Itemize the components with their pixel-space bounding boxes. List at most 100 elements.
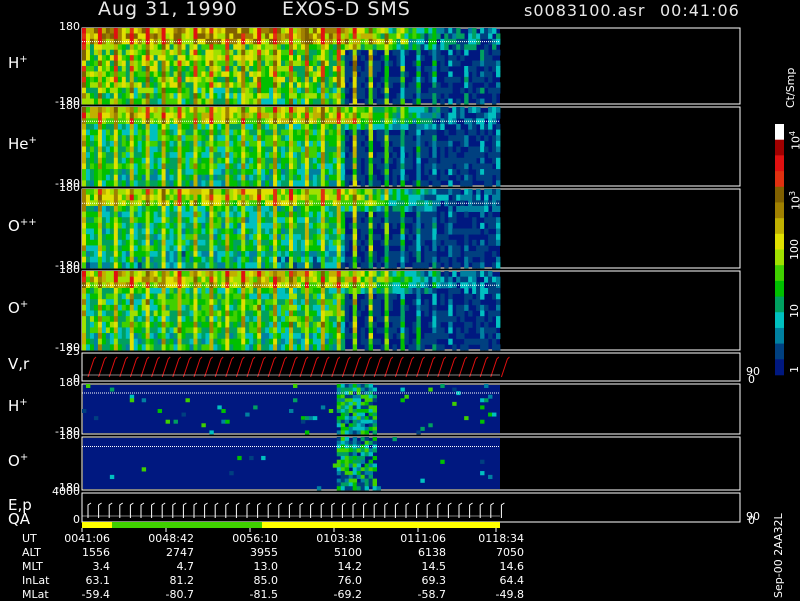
h-plus-cell xyxy=(285,88,289,94)
he-plus-cell xyxy=(241,175,245,181)
o-plus-plus-cell xyxy=(416,251,420,257)
o-plus-plus-cell xyxy=(150,257,154,263)
h-plus-cell xyxy=(138,44,142,50)
o-plus-plus-cell xyxy=(416,234,420,240)
o-plus-cell xyxy=(241,344,245,350)
o-plus-plus-cell xyxy=(142,251,146,257)
h-plus-cell xyxy=(170,77,174,83)
o-plus-plus-cell xyxy=(142,245,146,251)
o-plus-plus-cell xyxy=(472,262,476,268)
he-plus-cell xyxy=(186,135,190,141)
o-plus-plus-cell xyxy=(408,206,412,212)
o-plus-cell xyxy=(313,316,317,322)
o-plus-plus-cell xyxy=(237,212,241,218)
h-plus-cell xyxy=(150,44,154,50)
he-plus-cell xyxy=(333,107,337,113)
o-plus-cell xyxy=(166,294,170,300)
h-plus-cell xyxy=(353,71,357,77)
o-plus-plus-cell xyxy=(241,262,245,268)
o-plus-plus-cell xyxy=(345,234,349,240)
o-plus-plus-cell xyxy=(277,212,281,218)
h-plus-cell xyxy=(209,71,213,77)
o-plus-plus-cell xyxy=(122,257,126,263)
o-plus-cell xyxy=(162,277,166,283)
o-plus-cell xyxy=(261,288,265,294)
he-plus-cell xyxy=(193,175,197,181)
o-plus-cell xyxy=(142,294,146,300)
h-plus-cell xyxy=(265,82,269,88)
o-plus-plus-cell xyxy=(337,195,341,201)
o-plus-plus-cell xyxy=(412,245,416,251)
he-plus-cell xyxy=(114,107,118,113)
he-plus-cell xyxy=(472,124,476,130)
h-plus-cell xyxy=(428,77,432,83)
he-plus-cell xyxy=(365,130,369,136)
h-plus-cell xyxy=(389,82,393,88)
o-plus-cell xyxy=(281,271,285,277)
h-plus-cell xyxy=(285,93,289,99)
o-plus-plus-cell xyxy=(337,234,341,240)
o-plus-plus-cell xyxy=(126,189,130,195)
o-plus-cell xyxy=(205,311,209,317)
o-plus-plus-cell xyxy=(492,223,496,229)
o-plus-cell xyxy=(90,277,94,283)
o-plus-cell xyxy=(110,316,114,322)
o-plus-plus-cell xyxy=(361,223,365,229)
o-plus-plus-cell xyxy=(389,257,393,263)
o-plus-cell xyxy=(201,305,205,311)
h-plus-cell xyxy=(178,28,182,34)
o-plus-cell xyxy=(325,316,329,322)
o-plus-cell xyxy=(94,344,98,350)
o-plus-cell xyxy=(393,322,397,328)
he-plus-cell xyxy=(110,107,114,113)
o-plus-plus-cell xyxy=(221,229,225,235)
o-plus-cell xyxy=(309,339,313,345)
o-plus-cell xyxy=(333,311,337,317)
o-plus-plus-cell xyxy=(134,223,138,229)
o-plus-cell xyxy=(265,322,269,328)
o-plus-cell xyxy=(158,299,162,305)
h-plus-cell xyxy=(309,55,313,61)
he-plus-cell xyxy=(289,180,293,186)
h-plus-cell xyxy=(404,93,408,99)
he-plus-cell xyxy=(110,135,114,141)
o-plus-plus-cell xyxy=(229,189,233,195)
h-plus-cell xyxy=(98,71,102,77)
h-plus-cell xyxy=(488,88,492,94)
o-plus-cell xyxy=(158,305,162,311)
h-plus-cell xyxy=(94,77,98,83)
h-plus-cell xyxy=(229,44,233,50)
h-plus-cell xyxy=(225,39,229,45)
h-plus-cell xyxy=(329,88,333,94)
o-plus-cell xyxy=(297,327,301,333)
o-plus-cell xyxy=(317,305,321,311)
o-plus-cell xyxy=(209,344,213,350)
o-plus-plus-cell xyxy=(365,251,369,257)
o-plus-cell xyxy=(209,277,213,283)
o-plus-plus-cell xyxy=(174,234,178,240)
he-plus-cell xyxy=(253,169,257,175)
he-plus-cell xyxy=(265,135,269,141)
o-plus-cell xyxy=(233,322,237,328)
o-plus-cell xyxy=(281,316,285,322)
h-plus-cell xyxy=(309,44,313,50)
o-plus-plus-cell xyxy=(174,189,178,195)
h-plus-cell xyxy=(353,88,357,94)
o-plus-plus-cell xyxy=(118,240,122,246)
o-plus-plus-cell xyxy=(189,223,193,229)
o-plus-plus-cell xyxy=(472,195,476,201)
o-plus-plus-cell xyxy=(361,195,365,201)
h-plus-cell xyxy=(225,28,229,34)
o-plus-cell xyxy=(146,344,150,350)
h-plus-cell xyxy=(193,44,197,50)
he-plus-cell xyxy=(158,163,162,169)
he-plus-cell xyxy=(245,135,249,141)
o-plus-plus-cell xyxy=(118,229,122,235)
he-plus-cell xyxy=(381,169,385,175)
o-plus-cell xyxy=(225,339,229,345)
o-plus-plus-cell xyxy=(408,195,412,201)
h-plus-cell xyxy=(142,55,146,61)
o-plus-plus-cell xyxy=(321,223,325,229)
o-plus-cell xyxy=(225,299,229,305)
he-plus-cell xyxy=(166,175,170,181)
